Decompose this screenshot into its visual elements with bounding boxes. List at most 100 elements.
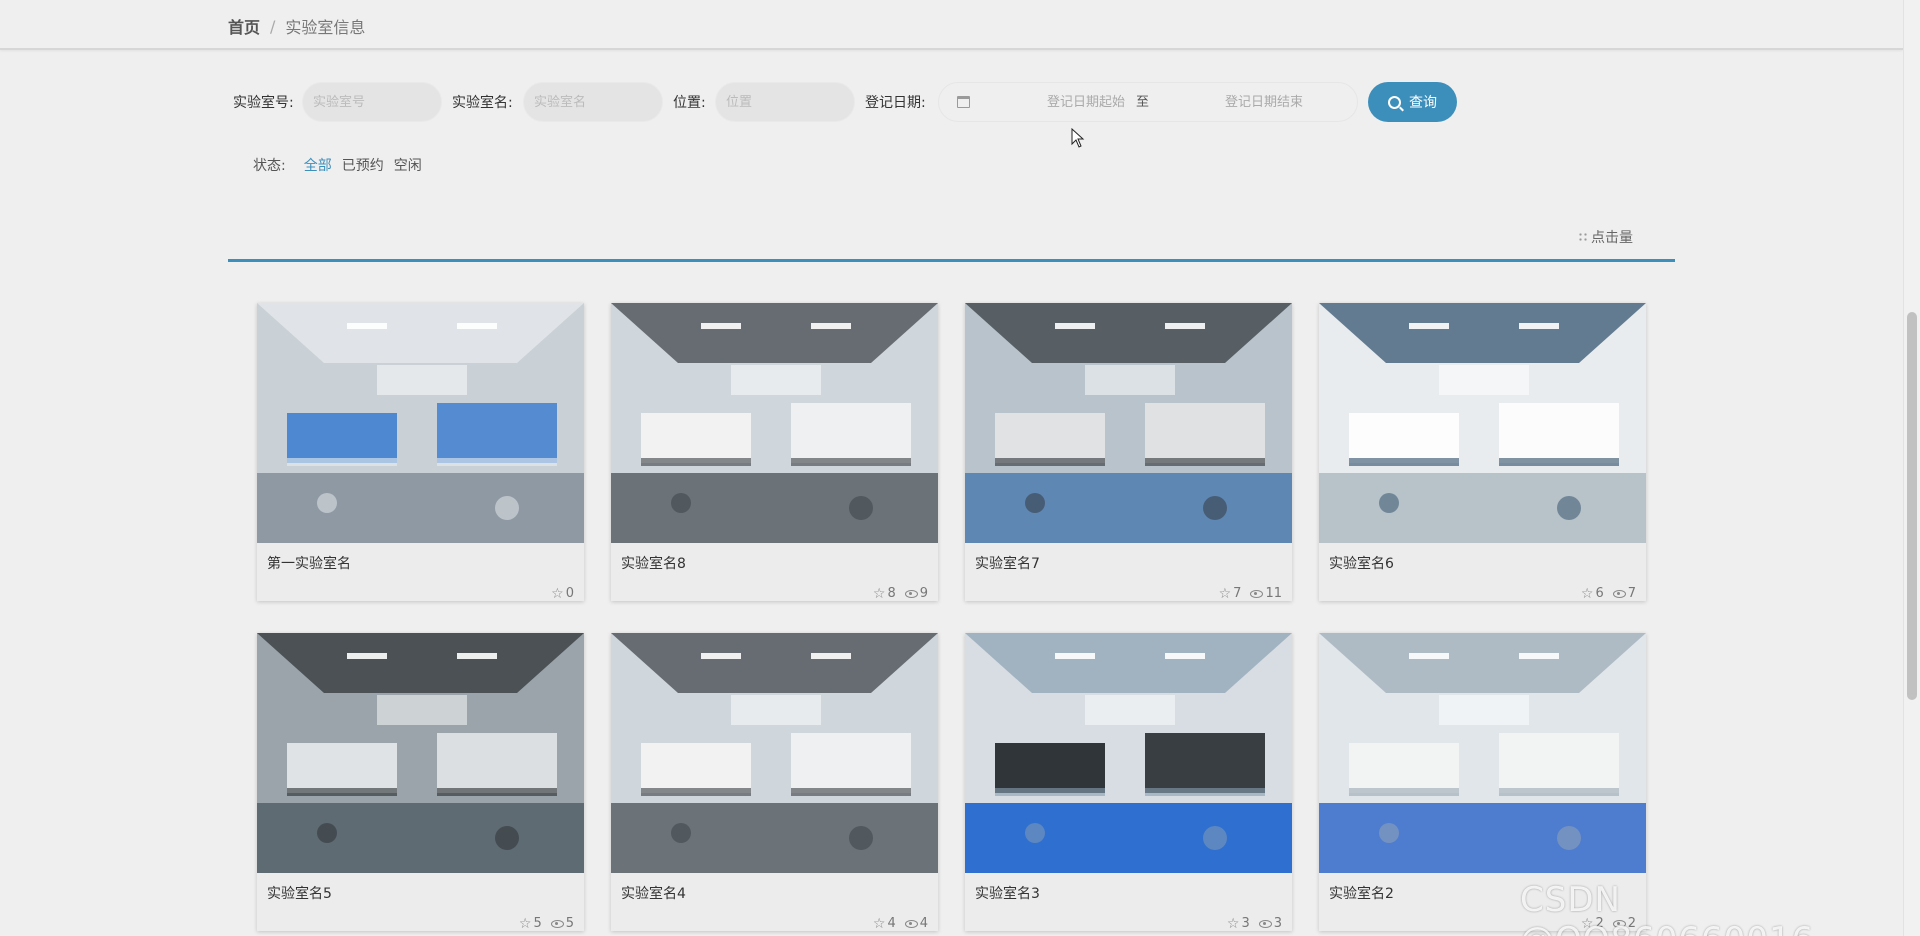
lab-card-stats: ☆ 4 4 <box>873 916 928 931</box>
lab-card-name: 实验室名8 <box>621 556 686 572</box>
view-count: 7 <box>1612 586 1636 601</box>
lab-card-stats: ☆ 5 5 <box>519 916 574 931</box>
favorite-count-value: 4 <box>887 916 896 931</box>
view-count-value: 3 <box>1273 916 1282 931</box>
favorite-count-value: 6 <box>1595 586 1604 601</box>
lab-card-stats: ☆ 8 9 <box>873 586 928 601</box>
lab-photo[interactable] <box>611 633 938 873</box>
lab-photo[interactable] <box>1319 303 1646 543</box>
lab-no-input[interactable] <box>302 82 442 122</box>
location-input[interactable] <box>715 82 855 122</box>
date-range-picker[interactable]: 登记日期起始 至 登记日期结束 <box>938 82 1358 122</box>
lab-card-stats: ☆ 6 7 <box>1581 586 1636 601</box>
favorite-count-value: 0 <box>565 586 574 601</box>
favorite-count: ☆ 8 <box>873 586 896 601</box>
sort-label: 点击量 <box>1591 230 1633 246</box>
lab-name-label: 实验室名: <box>452 95 513 111</box>
view-count-value: 5 <box>565 916 574 931</box>
eye-icon <box>550 919 564 928</box>
view-count: 5 <box>550 916 574 931</box>
lab-photo[interactable] <box>611 303 938 543</box>
lab-card-stats: ☆ 7 11 <box>1219 586 1282 601</box>
view-count-value: 4 <box>919 916 928 931</box>
star-icon: ☆ <box>872 585 886 601</box>
star-icon: ☆ <box>1580 585 1594 601</box>
lab-card[interactable]: 实验室名6 ☆ 6 7 <box>1319 303 1646 601</box>
favorite-count-value: 5 <box>533 916 542 931</box>
view-count-value: 7 <box>1627 586 1636 601</box>
lab-photo[interactable] <box>965 303 1292 543</box>
favorite-count: ☆ 7 <box>1219 586 1242 601</box>
calendar-icon <box>957 96 970 108</box>
status-option-free[interactable]: 空闲 <box>394 155 422 175</box>
favorite-count: ☆ 6 <box>1581 586 1604 601</box>
location-label: 位置: <box>673 95 706 111</box>
lab-card-name: 实验室名2 <box>1329 886 1394 902</box>
eye-icon <box>1250 589 1264 598</box>
mouse-cursor-icon <box>1071 128 1085 148</box>
favorite-count: ☆ 4 <box>873 916 896 931</box>
lab-name-input[interactable] <box>523 82 663 122</box>
lab-card[interactable]: 实验室名8 ☆ 8 9 <box>611 303 938 601</box>
vertical-scrollbar[interactable] <box>1903 0 1920 936</box>
favorite-count-value: 3 <box>1241 916 1250 931</box>
watermark: CSDN @QQ860660016 <box>1520 880 1813 936</box>
lab-card-stats: ☆ 3 3 <box>1227 916 1282 931</box>
eye-icon <box>1612 589 1626 598</box>
lab-card[interactable]: 第一实验室名 ☆ 0 <box>257 303 584 601</box>
view-count: 3 <box>1258 916 1282 931</box>
search-icon <box>1388 95 1401 109</box>
favorite-count: ☆ 5 <box>519 916 542 931</box>
status-option-reserved[interactable]: 已预约 <box>342 155 384 175</box>
section-divider <box>228 259 1675 262</box>
star-icon: ☆ <box>1226 915 1240 931</box>
lab-card[interactable]: 实验室名4 ☆ 4 4 <box>611 633 938 931</box>
view-count: 4 <box>904 916 928 931</box>
breadcrumb-home-link[interactable]: 首页 <box>228 14 260 38</box>
view-count: 9 <box>904 586 928 601</box>
query-button[interactable]: 查询 <box>1368 82 1457 122</box>
eye-icon <box>1258 919 1272 928</box>
star-icon: ☆ <box>872 915 886 931</box>
lab-photo[interactable] <box>1319 633 1646 873</box>
star-icon: ☆ <box>1218 585 1232 601</box>
favorite-count: ☆ 0 <box>551 586 574 601</box>
favorite-count-value: 8 <box>887 586 896 601</box>
breadcrumb: 首页 / 实验室信息 <box>228 14 365 38</box>
sort-grid-icon <box>1578 232 1588 242</box>
star-icon: ☆ <box>518 915 532 931</box>
lab-card-stats: ☆ 0 <box>551 586 574 601</box>
status-option-all[interactable]: 全部 <box>304 155 332 175</box>
lab-card-name: 第一实验室名 <box>267 556 351 572</box>
lab-card-name: 实验室名3 <box>975 886 1040 902</box>
favorite-count: ☆ 3 <box>1227 916 1250 931</box>
status-filter: 状态: 全部 已预约 空闲 <box>253 155 432 175</box>
breadcrumb-current: 实验室信息 <box>285 18 366 37</box>
lab-no-label: 实验室号: <box>233 95 294 111</box>
view-count: 11 <box>1250 586 1282 601</box>
top-bar: 首页 / 实验室信息 <box>0 0 1903 50</box>
date-to-label: 至 <box>1136 95 1150 110</box>
lab-card-name: 实验室名7 <box>975 556 1040 572</box>
sort-by-clicks[interactable]: 点击量 <box>1578 227 1633 247</box>
lab-card-name: 实验室名4 <box>621 886 686 902</box>
query-button-label: 查询 <box>1409 94 1437 110</box>
status-label: 状态: <box>253 158 286 174</box>
date-label: 登记日期: <box>865 95 926 111</box>
breadcrumb-separator: / <box>270 16 276 36</box>
lab-card-name: 实验室名5 <box>267 886 332 902</box>
date-end-input[interactable]: 登记日期结束 <box>1189 83 1339 123</box>
view-count-value: 9 <box>919 586 928 601</box>
lab-photo[interactable] <box>257 303 584 543</box>
lab-card[interactable]: 实验室名3 ☆ 3 3 <box>965 633 1292 931</box>
scrollbar-thumb[interactable] <box>1907 312 1917 700</box>
lab-card[interactable]: 实验室名7 ☆ 7 11 <box>965 303 1292 601</box>
lab-card[interactable]: 实验室名5 ☆ 5 5 <box>257 633 584 931</box>
star-icon: ☆ <box>551 585 564 601</box>
favorite-count-value: 7 <box>1233 586 1242 601</box>
view-count-value: 11 <box>1265 586 1282 601</box>
eye-icon <box>904 589 918 598</box>
lab-photo[interactable] <box>965 633 1292 873</box>
lab-photo[interactable] <box>257 633 584 873</box>
eye-icon <box>904 919 918 928</box>
